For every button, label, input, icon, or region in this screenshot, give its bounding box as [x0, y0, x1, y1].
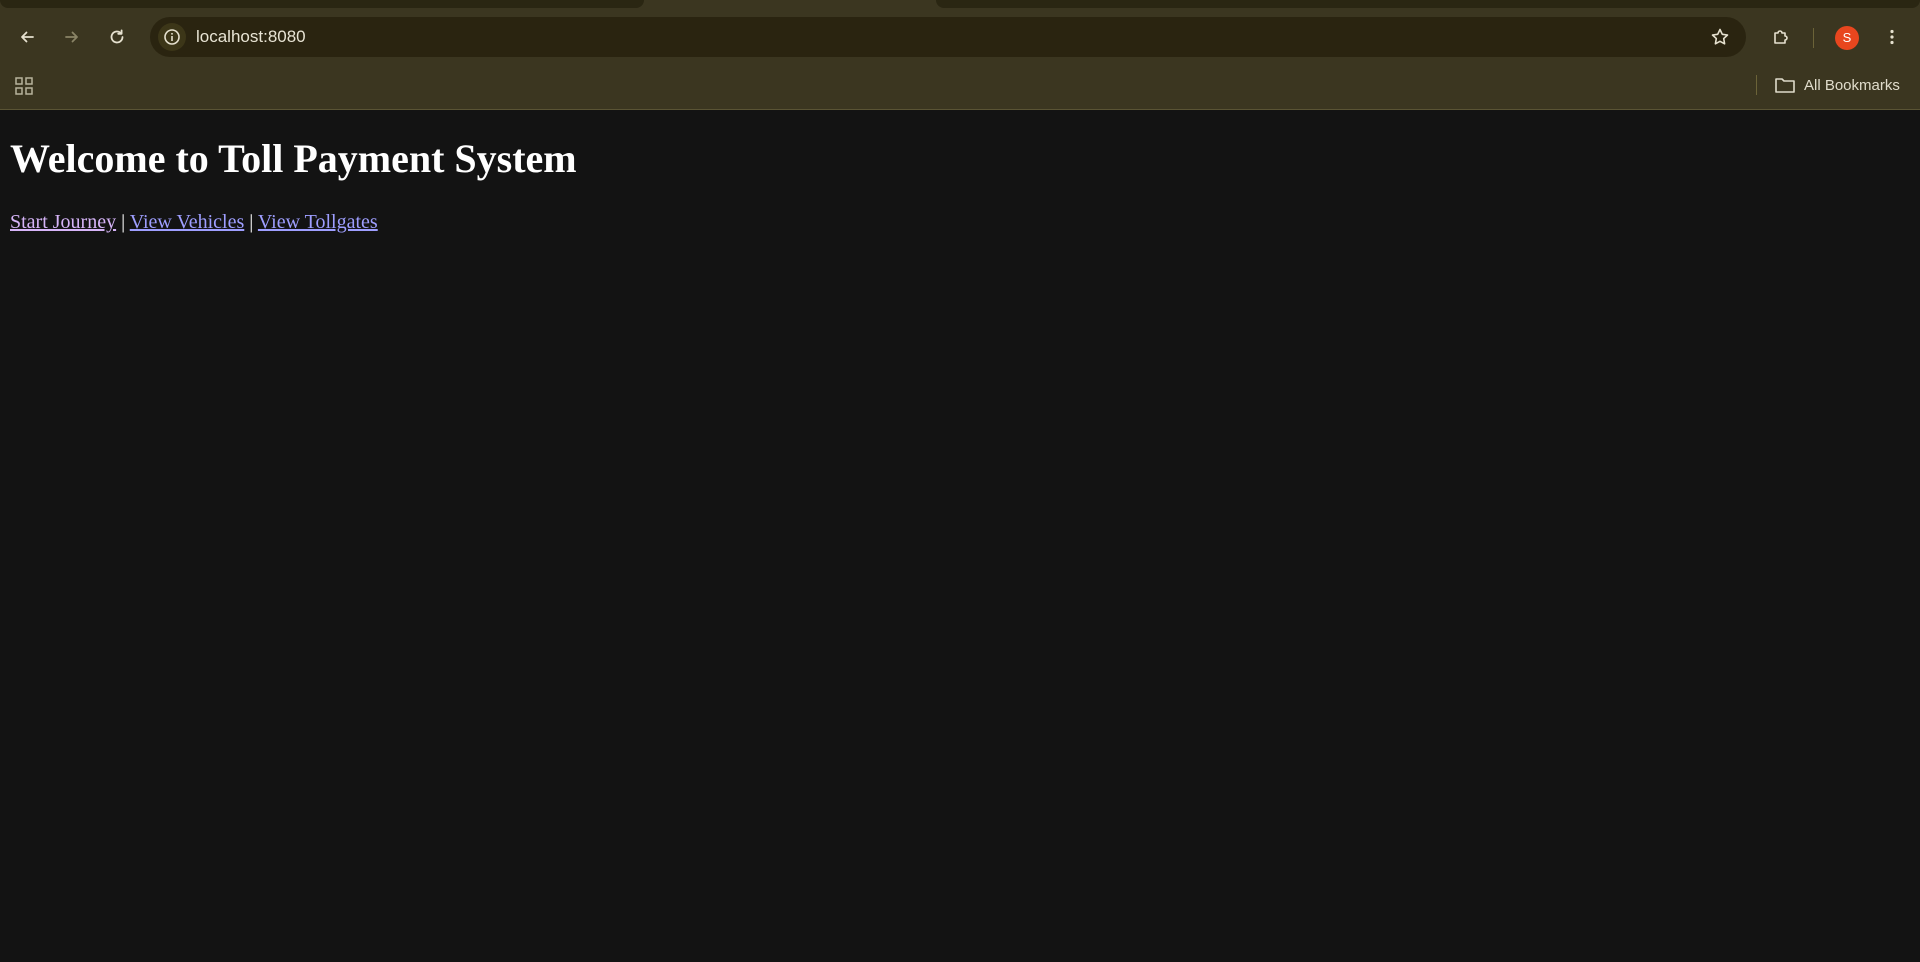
- start-journey-link[interactable]: Start Journey: [10, 211, 116, 233]
- bookmark-star-button[interactable]: [1706, 23, 1734, 51]
- browser-chrome: localhost:8080 S All Bookmarks: [0, 0, 1920, 110]
- profile-avatar[interactable]: S: [1835, 26, 1859, 50]
- browser-toolbar: localhost:8080 S: [0, 10, 1920, 66]
- forward-arrow-icon: [65, 31, 78, 43]
- tab-left[interactable]: [0, 0, 644, 8]
- back-arrow-icon: [21, 31, 34, 43]
- site-info-button[interactable]: [158, 23, 186, 51]
- toolbar-divider: [1813, 28, 1814, 48]
- page-title: Welcome to Toll Payment System: [10, 136, 577, 181]
- view-tollgates-link[interactable]: View Tollgates: [258, 211, 378, 233]
- browser-menu-button[interactable]: [1874, 19, 1910, 55]
- url-text[interactable]: localhost:8080: [196, 17, 306, 57]
- all-bookmarks-button[interactable]: All Bookmarks: [1774, 71, 1900, 99]
- page-content: Welcome to Toll Payment System Start Jou…: [0, 110, 1920, 962]
- view-vehicles-link[interactable]: View Vehicles: [130, 211, 245, 233]
- kebab-menu-icon: [1890, 29, 1894, 45]
- nav-separator: |: [121, 211, 126, 233]
- all-bookmarks-label: All Bookmarks: [1804, 76, 1900, 94]
- apps-grid-icon: [15, 77, 33, 95]
- bookmarks-divider: [1756, 75, 1757, 95]
- info-icon: [164, 29, 180, 45]
- folder-icon: [1775, 78, 1795, 93]
- back-button[interactable]: [9, 19, 45, 55]
- reload-button[interactable]: [99, 19, 135, 55]
- apps-button[interactable]: [12, 74, 36, 98]
- nav-separator: |: [249, 211, 254, 233]
- star-icon: [1711, 28, 1729, 45]
- address-bar[interactable]: localhost:8080: [150, 17, 1746, 57]
- forward-button[interactable]: [54, 19, 90, 55]
- extensions-button[interactable]: [1763, 19, 1799, 55]
- main-nav: Start Journey | View Vehicles | View Tol…: [10, 210, 378, 234]
- tab-strip: [0, 0, 1920, 10]
- puzzle-icon: [1774, 30, 1788, 44]
- reload-icon: [110, 29, 124, 44]
- tab-right[interactable]: [936, 0, 1920, 8]
- bookmarks-bar: All Bookmarks: [0, 66, 1920, 109]
